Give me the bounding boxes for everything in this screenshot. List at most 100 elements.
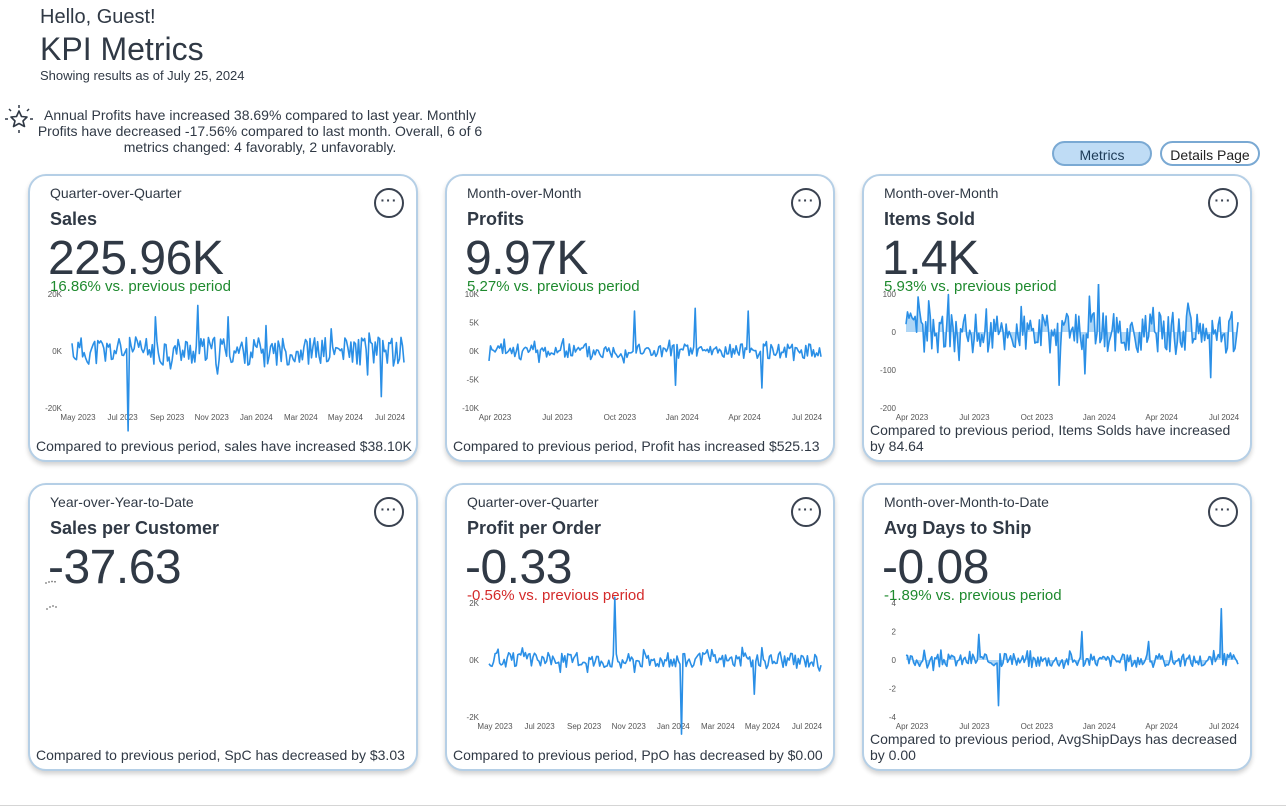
x-tick-label: May 2023 xyxy=(477,722,513,731)
more-options-button[interactable]: ··· xyxy=(1208,497,1238,527)
kpi-card: Month-over-Month Profits 9.97K 5.27% vs. pr… xyxy=(445,174,835,462)
more-options-button[interactable]: ··· xyxy=(791,497,821,527)
more-options-button[interactable]: ··· xyxy=(374,188,404,218)
y-tick-label: -20K xyxy=(45,404,63,413)
x-tick-label: Oct 2023 xyxy=(604,413,637,422)
x-tick-label: Apr 2024 xyxy=(728,413,761,422)
x-tick-label: Sep 2023 xyxy=(150,413,185,422)
kpi-period: Quarter-over-Quarter xyxy=(467,494,599,510)
more-options-button[interactable]: ··· xyxy=(374,497,404,527)
x-tick-label: Sep 2023 xyxy=(567,722,602,731)
y-tick-label: 0K xyxy=(469,347,479,356)
metrics-toggle-button[interactable]: Metrics xyxy=(1052,141,1152,166)
kpi-card: Quarter-over-Quarter Profit per Order -0.3… xyxy=(445,483,835,771)
x-tick-label: Jul 2023 xyxy=(524,722,555,731)
y-tick-label: -4 xyxy=(889,713,897,722)
x-tick-label: May 2023 xyxy=(60,413,96,422)
kpi-comparison-text: Compared to previous period, SpC has dec… xyxy=(36,747,405,763)
kpi-name: Profit per Order xyxy=(467,518,602,538)
kpi-name: Sales xyxy=(50,209,98,229)
series-line xyxy=(488,596,822,735)
kpi-trend-chart: 20K 0K -20KMay 2023 Jul 2023 Sep 2023 Nov 202… xyxy=(45,290,406,432)
sparkle-star-icon xyxy=(5,105,33,133)
x-tick-label: Jan 2024 xyxy=(1083,722,1116,731)
more-options-button[interactable]: ··· xyxy=(791,188,821,218)
y-tick-label: -10K xyxy=(462,404,480,413)
x-tick-label: Apr 2023 xyxy=(479,413,512,422)
kpi-period: Month-over-Month xyxy=(884,185,999,201)
y-tick-label: 2 xyxy=(892,628,897,637)
kpi-name: Avg Days to Ship xyxy=(884,518,1032,538)
series-line xyxy=(488,307,822,389)
y-tick-label: 0K xyxy=(469,656,479,665)
y-tick-label: 0 xyxy=(892,656,897,665)
y-tick-label: 2K xyxy=(469,599,479,608)
x-tick-label: Apr 2023 xyxy=(896,722,929,731)
kpi-card: Year-over-Year-to-Date Sales per Customer… xyxy=(28,483,418,771)
x-tick-label: May 2024 xyxy=(328,413,364,422)
x-tick-label: Jan 2024 xyxy=(666,413,699,422)
kpi-card: Month-over-Month Items Sold 1.4K 5.93% vs. … xyxy=(862,174,1252,462)
y-tick-label: -100 xyxy=(880,366,897,375)
kpi-trend-chart: 2K 0K -2KMay 2023 Jul 2023 Sep 2023 Nov 2023 J… xyxy=(467,596,823,735)
x-tick-label: Nov 2023 xyxy=(612,722,647,731)
y-tick-label: 4 xyxy=(892,599,897,608)
kpi-name: Profits xyxy=(467,209,525,229)
insight-summary: Annual Profits have increased 38.69% com… xyxy=(37,107,483,155)
ellipsis-icon: ··· xyxy=(380,501,398,517)
x-tick-label: Oct 2023 xyxy=(1021,722,1054,731)
kpi-card: Quarter-over-Quarter Sales 225.96K 16.86% v… xyxy=(28,174,418,462)
kpi-trend-chart: 10K 5K 0K -5K -10KApr 2023 Jul 2023 Oct 2023 Ja… xyxy=(462,290,823,422)
kpi-period: Quarter-over-Quarter xyxy=(50,185,182,201)
kpi-comparison-text: Compared to previous period, PpO has dec… xyxy=(453,747,823,763)
y-tick-label: -5K xyxy=(467,376,480,385)
kpi-card: Month-over-Month-to-Date Avg Days to Ship… xyxy=(862,483,1252,771)
x-tick-label: Apr 2024 xyxy=(1145,413,1178,422)
x-tick-label: Jan 2024 xyxy=(240,413,273,422)
y-tick-label: 0 xyxy=(892,328,897,337)
ellipsis-icon: ··· xyxy=(1214,192,1232,208)
y-tick-label: 5K xyxy=(469,319,479,328)
y-tick-label: 10K xyxy=(465,290,480,299)
x-tick-label: Jul 2023 xyxy=(542,413,573,422)
x-tick-label: Jan 2024 xyxy=(657,722,690,731)
x-tick-label: Jul 2023 xyxy=(107,413,138,422)
page-title: KPI Metrics xyxy=(40,31,204,67)
y-tick-label: 100 xyxy=(883,290,897,299)
x-tick-label: Jul 2023 xyxy=(959,722,990,731)
y-tick-label: -2 xyxy=(889,685,897,694)
ellipsis-icon: ··· xyxy=(797,501,815,517)
details-page-button[interactable]: Details Page xyxy=(1160,141,1260,166)
loading-indicator-icon xyxy=(45,580,57,610)
kpi-period: Month-over-Month xyxy=(467,185,582,201)
x-tick-label: Jul 2024 xyxy=(375,413,406,422)
x-tick-label: Jul 2024 xyxy=(1209,722,1240,731)
x-tick-label: Jul 2024 xyxy=(1209,413,1240,422)
ellipsis-icon: ··· xyxy=(797,192,815,208)
x-tick-label: Mar 2024 xyxy=(701,722,735,731)
x-tick-label: Apr 2024 xyxy=(1145,722,1178,731)
x-tick-label: Jul 2023 xyxy=(959,413,990,422)
ellipsis-icon: ··· xyxy=(1214,501,1232,517)
x-tick-label: Jan 2024 xyxy=(1083,413,1116,422)
ellipsis-icon: ··· xyxy=(380,192,398,208)
y-tick-label: -200 xyxy=(880,404,897,413)
more-options-button[interactable]: ··· xyxy=(1208,188,1238,218)
x-tick-label: Jul 2024 xyxy=(792,722,823,731)
series-line xyxy=(71,304,405,432)
y-tick-label: 20K xyxy=(48,290,63,299)
kpi-comparison-text: Compared to previous period, sales have … xyxy=(36,438,412,454)
x-tick-label: Oct 2023 xyxy=(1021,413,1054,422)
page-divider xyxy=(0,805,1286,806)
kpi-comparison-text: Compared to previous period, Profit has … xyxy=(453,438,820,454)
x-tick-label: May 2024 xyxy=(745,722,781,731)
x-tick-label: Apr 2023 xyxy=(896,413,929,422)
series-line xyxy=(905,284,1239,386)
x-tick-label: Mar 2024 xyxy=(284,413,318,422)
y-tick-label: 0K xyxy=(52,347,62,356)
kpi-trend-chart: 100 0 -100 -200Apr 2023 Jul 2023 Oct 2023 Jan … xyxy=(880,284,1240,422)
as-of-date: Showing results as of July 25, 2024 xyxy=(40,68,245,83)
kpi-period: Month-over-Month-to-Date xyxy=(884,494,1049,510)
kpi-name: Sales per Customer xyxy=(50,518,220,538)
kpi-trend-chart: 4 2 0 -2 -4Apr 2023 Jul 2023 Oct 2023 Jan 2024 A… xyxy=(889,599,1240,731)
